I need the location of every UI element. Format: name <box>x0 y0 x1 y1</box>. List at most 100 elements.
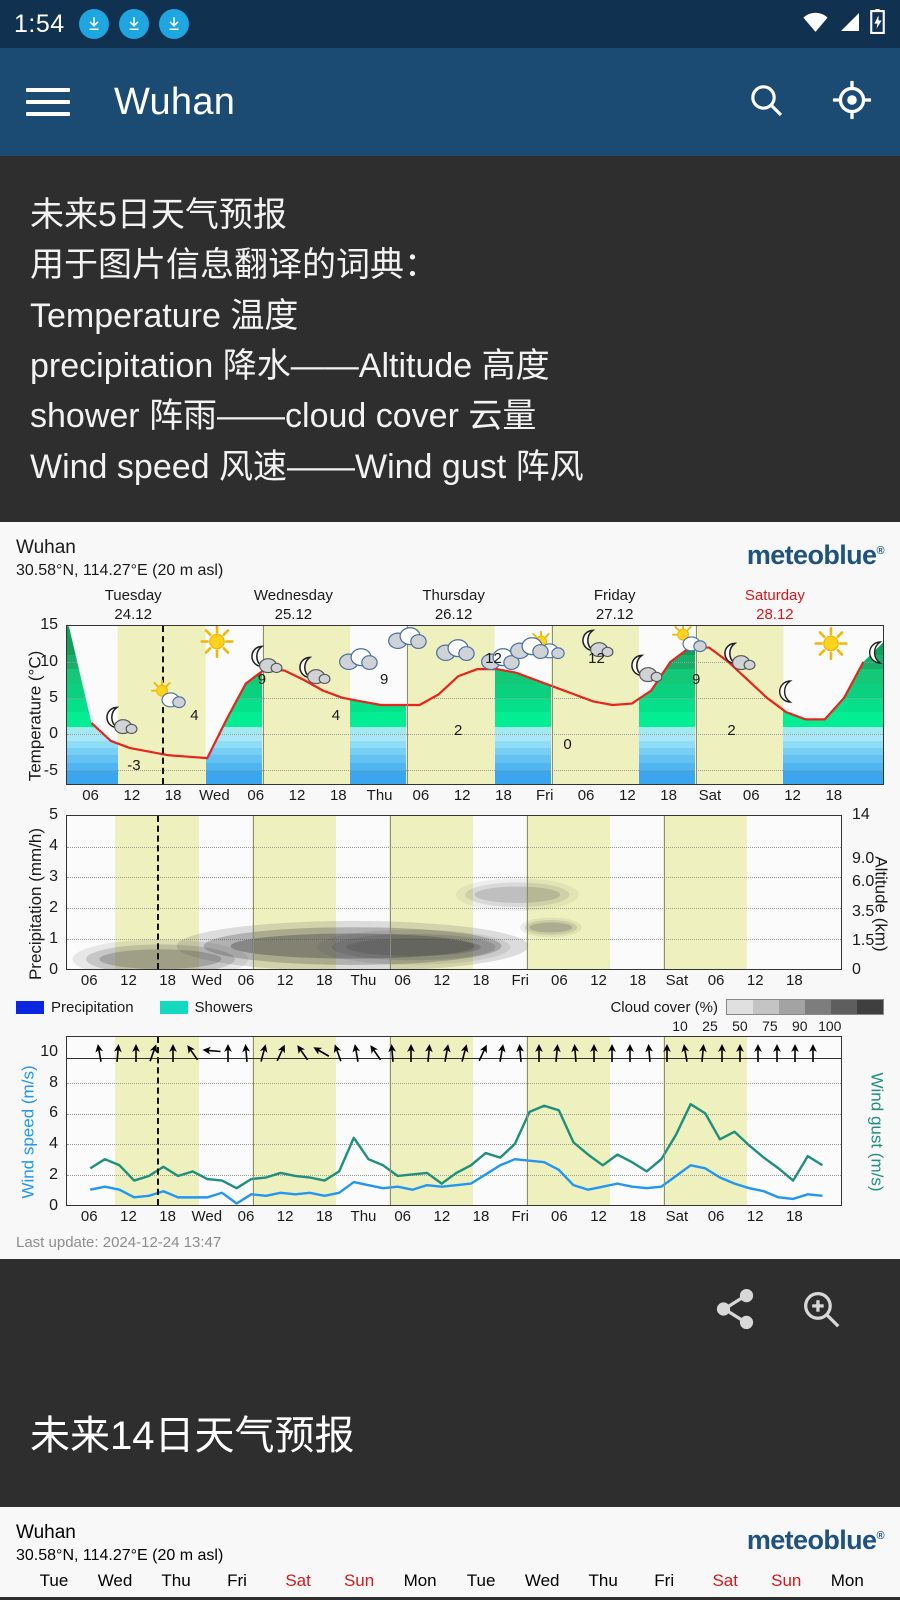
wind-direction-arrow <box>569 1039 582 1063</box>
x-tick-label: 18 <box>786 1208 803 1226</box>
y-tick-label: 0 <box>49 1197 58 1215</box>
y-tick-label: 2 <box>49 1166 58 1184</box>
x-tick-label: 06 <box>551 972 568 990</box>
wind-direction-arrow <box>551 1039 564 1063</box>
forecast14-day: Fri <box>227 1570 247 1590</box>
y-tick-label: 15 <box>40 616 58 634</box>
day-date: 27.12 <box>595 605 634 623</box>
day-header: Thursday 26.12 <box>422 587 485 625</box>
forecast14-day: Sat <box>285 1570 311 1590</box>
meteoblue-logo: meteoblue® <box>747 1521 885 1556</box>
wind-direction-arrow <box>167 1039 178 1063</box>
forecast14-day: Tue <box>39 1570 69 1590</box>
precipitation-plot-area[interactable] <box>66 815 842 971</box>
x-tick-label: 12 <box>120 1208 137 1226</box>
wind-direction-arrow <box>130 1039 141 1063</box>
app-bar-actions <box>746 78 874 127</box>
cloud-cover-tick: 75 <box>762 1018 778 1035</box>
wind-x-axis: 06 12 18 Wed 06 12 18 Thu 06 12 18 Fri 06 12 18 Sat 06 12… <box>66 1206 842 1228</box>
moon-icon <box>772 678 800 711</box>
forecast14-day: Wed <box>524 1570 560 1590</box>
x-tick-label: 06 <box>742 787 760 805</box>
moon-cloud-icon <box>718 641 758 677</box>
x-tick-label: 12 <box>590 1208 607 1226</box>
note-line: shower 阵雨――cloud cover 云量 <box>30 397 537 436</box>
x-tick-label: 18 <box>495 787 512 805</box>
cloud-icon <box>387 626 427 656</box>
x-tick-label: Sat <box>665 1208 689 1226</box>
x-tick-label: 12 <box>276 1208 294 1226</box>
x-tick-label: 06 <box>82 787 99 805</box>
cloud-icon <box>435 637 475 668</box>
altitude-tick-label: 3.5 <box>852 903 875 921</box>
day-separator <box>526 1037 528 1206</box>
forecast-5day-card[interactable]: Wuhan 30.58°N, 114.27°E (20 m asl) meteo… <box>0 521 900 1260</box>
registered-mark: ® <box>876 544 884 557</box>
forecast-14day-card[interactable]: Wuhan 30.58°N, 114.27°E (20 m asl) meteo… <box>0 1507 900 1597</box>
status-notification-icons <box>78 9 189 39</box>
note-line: Wind speed 风速――Wind gust 阵风 <box>30 447 584 486</box>
x-tick-label: 12 <box>288 787 306 805</box>
wind-direction-arrow <box>642 1039 655 1063</box>
x-tick-label: 18 <box>159 972 176 990</box>
search-icon[interactable] <box>746 80 786 125</box>
y-tick-label: 5 <box>49 806 58 824</box>
x-tick-label: 12 <box>746 1208 764 1226</box>
cloud-cover-swatch <box>753 1000 779 1015</box>
temperature-value-label: 2 <box>453 721 463 739</box>
wind-chart[interactable]: Wind speed (m/s) Wind gust (m/s) 10 8 6 4 2 0… <box>16 1036 886 1228</box>
note-line: precipitation 降水――Altitude 高度 <box>30 346 550 385</box>
share-icon[interactable] <box>712 1286 758 1337</box>
forecast14-day: Sun <box>771 1570 802 1590</box>
day-separator <box>389 1037 391 1206</box>
x-tick-label: 06 <box>237 972 255 990</box>
day-header: Tuesday 24.12 <box>105 587 162 625</box>
zoom-in-icon[interactable] <box>798 1286 844 1337</box>
x-tick-label: Thu <box>350 972 377 990</box>
x-tick-label: 06 <box>80 972 98 990</box>
precipitation-x-axis: 06 12 18 Wed 06 12 18 Thu 06 12 18 Fri 06 12 18 Sat 06 12… <box>66 970 842 992</box>
status-time: 1:54 <box>14 9 65 38</box>
forecast14-day: Sat <box>712 1570 738 1590</box>
precipitation-chart[interactable]: Precipitation (mm/h) Altitude (km) 54321… <box>16 806 890 992</box>
forecast14-day: Mon <box>403 1570 437 1590</box>
temperature-x-axis: 06 12 18 Wed 06 12 18 Thu 06 12 18 Fri 06 12 18 Sat 06 12… <box>66 785 884 807</box>
x-tick-label: 12 <box>276 972 294 990</box>
cloud-cover-tick: 25 <box>702 1018 718 1035</box>
wind-direction-arrow <box>771 1039 782 1063</box>
wind-plot-area[interactable] <box>66 1036 842 1207</box>
share-toolbar <box>0 1259 900 1364</box>
x-tick-label: 18 <box>472 972 490 990</box>
temperature-chart[interactable]: Temperature (°C) 15 10 5 0 -5 -3 9 4 9 4 12 2 12 0 9 2… <box>16 616 884 807</box>
x-tick-label: 06 <box>577 787 595 805</box>
moon-cloud-icon <box>100 705 140 741</box>
wind-direction-arrow <box>625 1039 636 1063</box>
x-tick-label: Fri <box>511 972 529 990</box>
hamburger-menu-icon[interactable] <box>26 88 70 116</box>
x-tick-label: 06 <box>394 1208 411 1226</box>
y-tick-label: 8 <box>49 1073 58 1091</box>
location-coordinates: 30.58°N, 114.27°E (20 m asl) <box>16 561 224 579</box>
x-tick-label: Sat <box>698 787 722 805</box>
cloud-cover-swatch <box>779 1000 805 1015</box>
x-tick-label: Fri <box>536 787 554 805</box>
day-separator <box>663 1037 665 1206</box>
chart-legend: Precipitation Showers Cloud cover (%) <box>16 996 884 1018</box>
wind-direction-arrow <box>239 1039 252 1063</box>
x-tick-label: 06 <box>247 787 265 805</box>
day-name: Tuesday <box>104 587 162 605</box>
forecast14-day: Wed <box>97 1570 133 1590</box>
cloud-cover-field <box>72 878 582 970</box>
day-header: Wednesday 25.12 <box>254 587 333 625</box>
precipitation-y-ticks: 5 4 3 2 1 0 <box>16 806 62 978</box>
x-tick-label: 18 <box>164 787 182 805</box>
y-tick-label: 0 <box>49 961 58 979</box>
note-line: 未来5日天气预报 <box>30 196 287 234</box>
x-tick-label: 12 <box>120 972 137 990</box>
download-icon <box>158 9 189 39</box>
wind-direction-arrow <box>716 1039 727 1063</box>
translation-note: 未来5日天气预报 用于图片信息翻译的词典： Temperature 温度 pre… <box>0 156 900 522</box>
download-icon <box>118 9 149 39</box>
my-location-icon[interactable] <box>830 78 874 127</box>
temperature-plot-area[interactable]: -3 9 4 9 4 12 2 12 0 9 2 <box>66 625 884 786</box>
